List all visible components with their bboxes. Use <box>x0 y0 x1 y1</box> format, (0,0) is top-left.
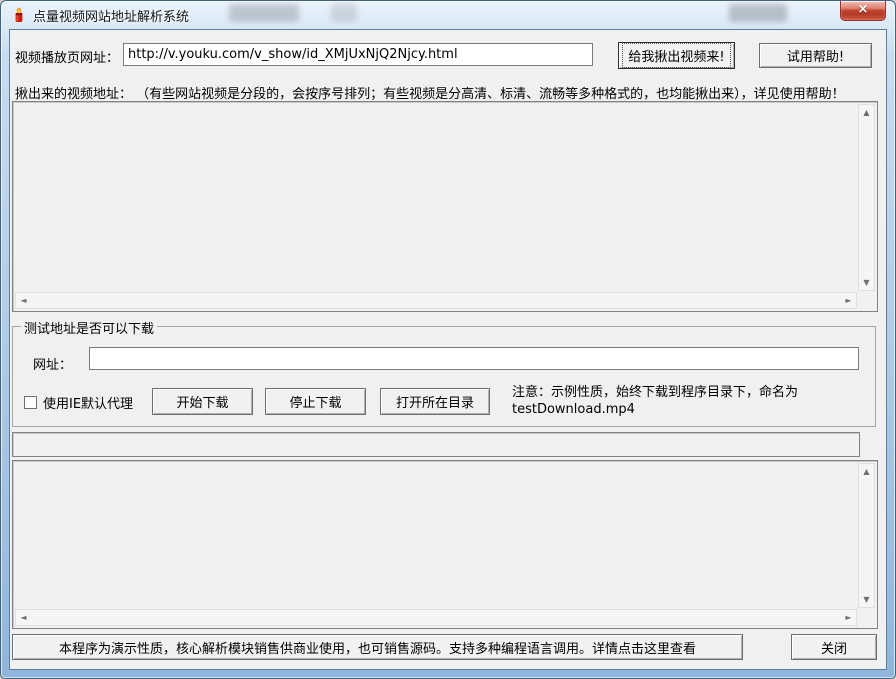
scroll-down-icon[interactable]: ▼ <box>859 592 874 607</box>
test-download-group-title: 测试地址是否可以下载 <box>21 318 157 337</box>
result-horizontal-scrollbar[interactable]: ◄ ► <box>15 292 857 309</box>
stop-download-button-label: 停止下载 <box>289 392 341 411</box>
app-window: 点量视频网站地址解析系统 × 视频播放页网址： 给我揪出视频来! 试用帮助! 揪… <box>0 0 896 679</box>
glass-reflection <box>229 4 299 22</box>
log-horizontal-scrollbar[interactable]: ◄ ► <box>15 609 857 626</box>
playback-url-input[interactable] <box>123 43 593 66</box>
ie-proxy-checkbox[interactable]: 使用IE默认代理 <box>24 393 133 412</box>
result-vertical-scrollbar[interactable]: ▲ ▼ <box>858 104 875 291</box>
client-area: 视频播放页网址： 给我揪出视频来! 试用帮助! 揪出来的视频地址： （有些网站视… <box>9 29 887 670</box>
trial-help-button[interactable]: 试用帮助! <box>759 43 872 68</box>
scroll-left-icon[interactable]: ◄ <box>16 293 31 308</box>
download-status-box <box>12 432 860 457</box>
test-download-group: 测试地址是否可以下载 网址： 使用IE默认代理 开始下载 停止下载 打开所在目录… <box>12 326 876 427</box>
test-url-label: 网址： <box>33 354 72 373</box>
start-download-button-label: 开始下载 <box>176 392 228 411</box>
close-dialog-button[interactable]: 关闭 <box>791 634 877 660</box>
open-directory-button[interactable]: 打开所在目录 <box>380 388 490 415</box>
trial-help-button-label: 试用帮助! <box>787 46 844 65</box>
ie-proxy-checkbox-label: 使用IE默认代理 <box>43 393 133 412</box>
log-content <box>17 464 853 604</box>
close-dialog-button-label: 关闭 <box>821 638 847 657</box>
scroll-right-icon[interactable]: ► <box>841 610 856 625</box>
titlebar[interactable]: 点量视频网站地址解析系统 × <box>1 1 895 29</box>
result-list-box[interactable]: ▲ ▼ ◄ ► <box>12 101 878 312</box>
app-candle-icon <box>11 7 27 23</box>
scroll-down-icon[interactable]: ▼ <box>859 275 874 290</box>
test-url-input[interactable] <box>89 347 859 370</box>
window-title: 点量视频网站地址解析系统 <box>33 6 189 25</box>
extract-video-button[interactable]: 给我揪出视频来! <box>618 42 735 69</box>
result-list-content <box>17 105 853 287</box>
start-download-button[interactable]: 开始下载 <box>152 388 253 415</box>
log-box[interactable]: ▲ ▼ ◄ ► <box>12 460 878 629</box>
scroll-right-icon[interactable]: ► <box>841 293 856 308</box>
stop-download-button[interactable]: 停止下载 <box>265 388 366 415</box>
result-description-label: 揪出来的视频地址： （有些网站视频是分段的，会按序号排列；有些视频是分高清、标清… <box>15 83 845 102</box>
close-window-button[interactable]: × <box>840 1 886 21</box>
download-note-line2: testDownload.mp4 <box>512 401 798 418</box>
download-note: 注意：示例性质，始终下载到程序目录下，命名为 testDownload.mp4 <box>512 384 798 418</box>
log-vertical-scrollbar[interactable]: ▲ ▼ <box>858 463 875 608</box>
sales-info-button[interactable]: 本程序为演示性质，核心解析模块销售供商业使用，也可销售源码。支持多种编程语言调用… <box>12 634 743 660</box>
scroll-up-icon[interactable]: ▲ <box>859 105 874 120</box>
glass-reflection <box>729 4 787 22</box>
scroll-left-icon[interactable]: ◄ <box>16 610 31 625</box>
playback-url-label: 视频播放页网址： <box>15 47 119 66</box>
checkbox-box-icon[interactable] <box>24 396 37 409</box>
extract-video-button-label: 给我揪出视频来! <box>622 43 730 68</box>
open-directory-button-label: 打开所在目录 <box>396 392 474 411</box>
glass-reflection <box>331 4 357 22</box>
scroll-up-icon[interactable]: ▲ <box>859 464 874 479</box>
sales-info-button-label: 本程序为演示性质，核心解析模块销售供商业使用，也可销售源码。支持多种编程语言调用… <box>59 638 696 657</box>
download-note-line1: 注意：示例性质，始终下载到程序目录下，命名为 <box>512 384 798 401</box>
